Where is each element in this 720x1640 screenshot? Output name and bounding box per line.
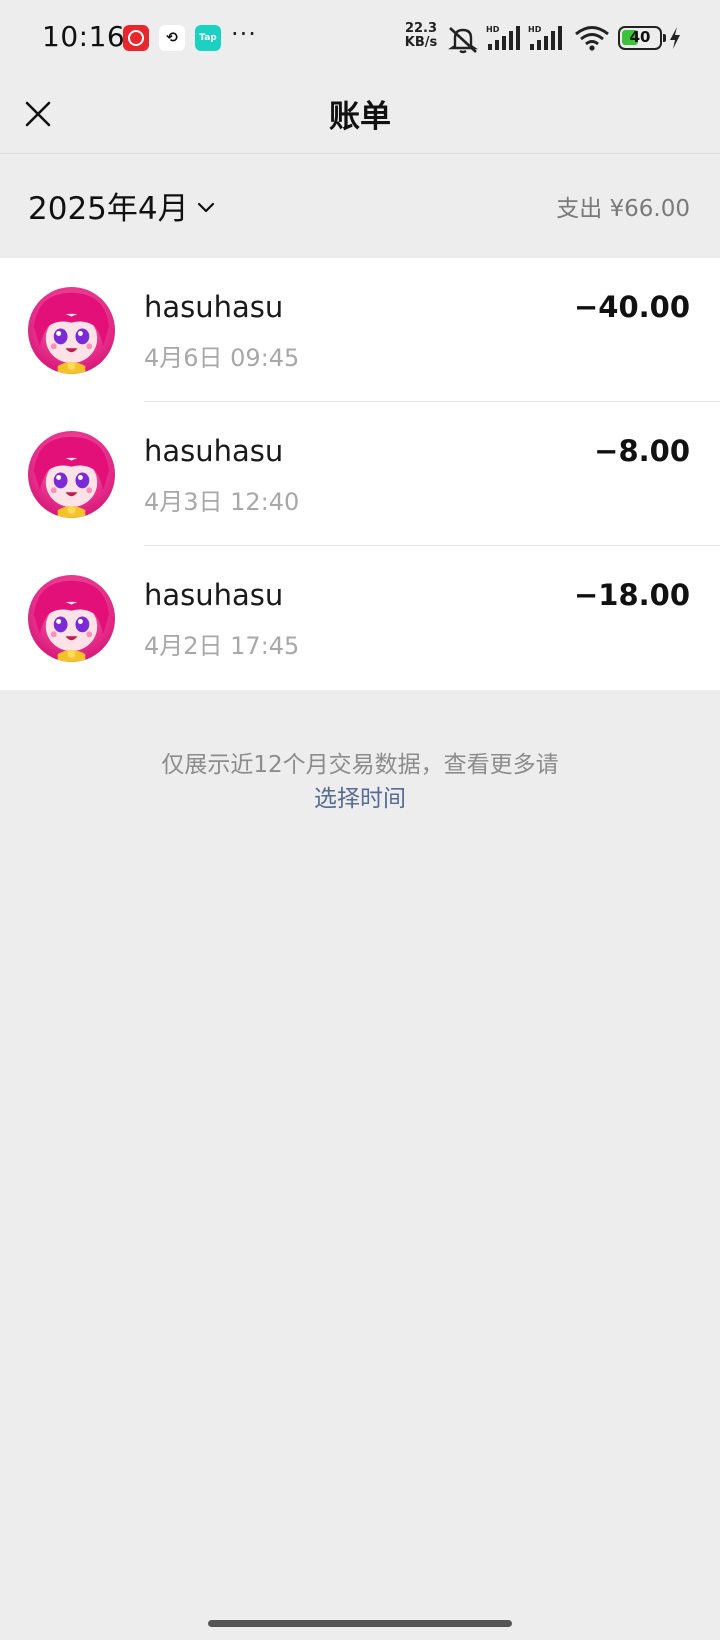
transaction-row[interactable]: hasuhasu 4月2日 17:45 −18.00 <box>0 546 720 690</box>
transaction-list: hasuhasu 4月6日 09:45 −40.00 hasuhasu 4月3日… <box>0 258 720 690</box>
signal-hd-icon: HD <box>486 25 520 50</box>
payee-name: hasuhasu <box>144 578 284 612</box>
transaction-time: 4月3日 12:40 <box>144 488 300 516</box>
history-note: 仅展示近12个月交易数据，查看更多请 选择时间 <box>0 748 720 816</box>
expense-total: 支出 ¥66.00 <box>556 196 690 222</box>
transaction-row[interactable]: hasuhasu 4月6日 09:45 −40.00 <box>0 258 720 402</box>
avatar <box>28 287 115 374</box>
history-note-text: 仅展示近12个月交易数据，查看更多请 <box>161 752 559 778</box>
transaction-time: 4月6日 09:45 <box>144 344 300 372</box>
network-speed: 22.3 KB/s <box>403 22 439 50</box>
payee-name: hasuhasu <box>144 290 284 324</box>
page-title: 账单 <box>329 99 391 135</box>
month-header: 2025年4月 支出 ¥66.00 <box>0 155 720 258</box>
charging-bolt-icon <box>670 27 680 49</box>
status-time: 10:16 <box>42 20 126 53</box>
battery-level: 40 <box>629 28 651 46</box>
signal-hd-icon-2: HD <box>528 25 562 50</box>
avatar <box>28 575 115 662</box>
home-indicator[interactable] <box>208 1620 512 1627</box>
status-bar: 10:16 ⟲ Tap ··· 22.3 KB/s HD HD 40 <box>0 0 720 76</box>
netease-music-icon <box>123 25 149 51</box>
month-label: 2025年4月 <box>28 191 189 227</box>
link-app-icon: ⟲ <box>159 25 185 51</box>
svg-text:HD: HD <box>486 25 500 34</box>
more-notifications-icon: ··· <box>231 20 257 48</box>
svg-text:HD: HD <box>528 25 542 34</box>
transaction-amount: −18.00 <box>573 578 690 612</box>
bell-off-icon <box>448 27 478 54</box>
taptap-icon: Tap <box>195 25 221 51</box>
battery-icon: 40 <box>618 26 666 50</box>
chevron-down-icon <box>197 202 214 212</box>
network-speed-unit: KB/s <box>404 35 438 50</box>
transaction-time: 4月2日 17:45 <box>144 632 300 660</box>
select-time-link[interactable]: 选择时间 <box>0 782 720 816</box>
transaction-amount: −40.00 <box>573 290 690 324</box>
payee-name: hasuhasu <box>144 434 284 468</box>
wifi-icon <box>575 26 609 51</box>
month-selector[interactable]: 2025年4月 <box>28 183 217 228</box>
avatar <box>28 431 115 518</box>
nav-bar: 账单 <box>0 76 720 154</box>
transaction-amount: −8.00 <box>594 434 690 468</box>
transaction-row[interactable]: hasuhasu 4月3日 12:40 −8.00 <box>0 402 720 546</box>
network-speed-value: 22.3 <box>404 21 438 36</box>
